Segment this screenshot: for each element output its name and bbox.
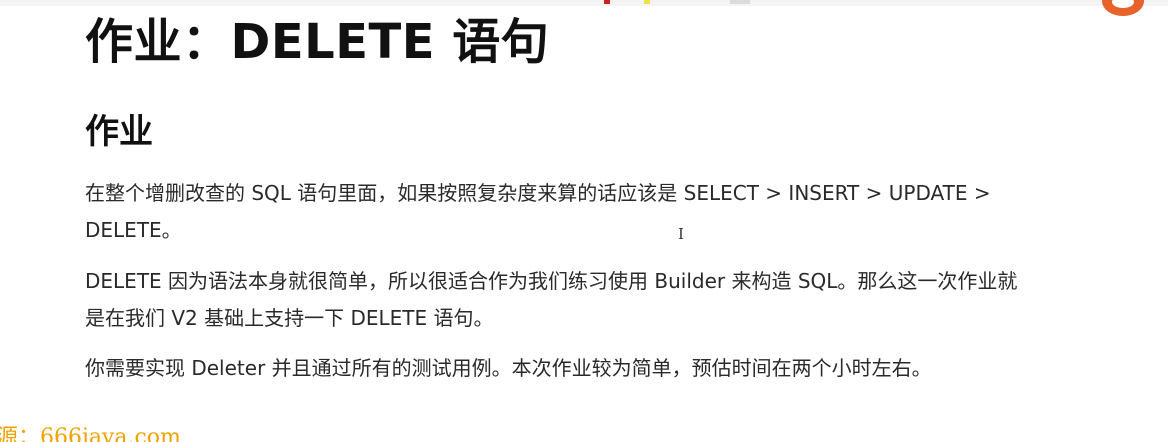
watermark-text: 源：666java.com — [0, 425, 181, 442]
paragraph-2: DELETE 因为语法本身就很简单，所以很适合作为我们练习使用 Builder … — [85, 269, 1018, 330]
toolbar-gray-marker — [730, 0, 750, 4]
page-title: 作业：DELETE 语句 — [85, 14, 550, 70]
text-cursor-icon: I — [678, 225, 684, 243]
section-heading: 作业 — [85, 112, 153, 152]
paragraph-3: 你需要实现 Deleter 并且通过所有的测试用例。本次作业较为简单，预估时间在… — [85, 356, 932, 380]
toolbar-yellow-marker — [644, 0, 650, 4]
document-page: 作业：DELETE 语句 作业 在整个增删改查的 SQL 语句里面，如果按照复杂… — [0, 0, 1168, 442]
toolbar-red-marker — [604, 0, 610, 4]
paragraph-1: 在整个增删改查的 SQL 语句里面，如果按照复杂度来算的话应该是 SELECT … — [85, 181, 991, 242]
app-logo-icon — [1102, 0, 1144, 16]
